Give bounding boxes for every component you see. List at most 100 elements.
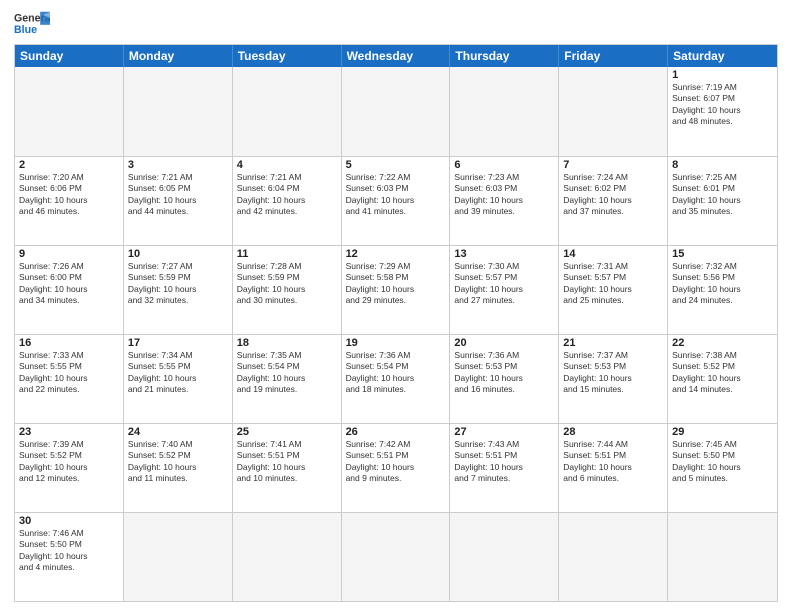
calendar: SundayMondayTuesdayWednesdayThursdayFrid…: [14, 44, 778, 602]
calendar-cell: [450, 67, 559, 156]
weekday-header-wednesday: Wednesday: [342, 45, 451, 67]
cell-info: Sunrise: 7:21 AM Sunset: 6:05 PM Dayligh…: [128, 172, 228, 218]
cell-info: Sunrise: 7:39 AM Sunset: 5:52 PM Dayligh…: [19, 439, 119, 485]
svg-text:Blue: Blue: [14, 24, 37, 36]
calendar-body: 1Sunrise: 7:19 AM Sunset: 6:07 PM Daylig…: [15, 67, 777, 601]
calendar-cell: [450, 513, 559, 601]
calendar-cell: 2Sunrise: 7:20 AM Sunset: 6:06 PM Daylig…: [15, 157, 124, 245]
day-number: 17: [128, 337, 228, 349]
calendar-row: 23Sunrise: 7:39 AM Sunset: 5:52 PM Dayli…: [15, 423, 777, 512]
logo-icon: General Blue: [14, 10, 50, 38]
weekday-header-monday: Monday: [124, 45, 233, 67]
cell-info: Sunrise: 7:37 AM Sunset: 5:53 PM Dayligh…: [563, 350, 663, 396]
cell-info: Sunrise: 7:29 AM Sunset: 5:58 PM Dayligh…: [346, 261, 446, 307]
weekday-header-friday: Friday: [559, 45, 668, 67]
day-number: 10: [128, 248, 228, 260]
cell-info: Sunrise: 7:25 AM Sunset: 6:01 PM Dayligh…: [672, 172, 773, 218]
cell-info: Sunrise: 7:40 AM Sunset: 5:52 PM Dayligh…: [128, 439, 228, 485]
cell-info: Sunrise: 7:34 AM Sunset: 5:55 PM Dayligh…: [128, 350, 228, 396]
day-number: 27: [454, 426, 554, 438]
calendar-cell: 18Sunrise: 7:35 AM Sunset: 5:54 PM Dayli…: [233, 335, 342, 423]
calendar-cell: 23Sunrise: 7:39 AM Sunset: 5:52 PM Dayli…: [15, 424, 124, 512]
cell-info: Sunrise: 7:26 AM Sunset: 6:00 PM Dayligh…: [19, 261, 119, 307]
calendar-cell: 25Sunrise: 7:41 AM Sunset: 5:51 PM Dayli…: [233, 424, 342, 512]
cell-info: Sunrise: 7:30 AM Sunset: 5:57 PM Dayligh…: [454, 261, 554, 307]
calendar-cell: [15, 67, 124, 156]
cell-info: Sunrise: 7:32 AM Sunset: 5:56 PM Dayligh…: [672, 261, 773, 307]
cell-info: Sunrise: 7:44 AM Sunset: 5:51 PM Dayligh…: [563, 439, 663, 485]
calendar-cell: 24Sunrise: 7:40 AM Sunset: 5:52 PM Dayli…: [124, 424, 233, 512]
calendar-cell: [233, 513, 342, 601]
day-number: 20: [454, 337, 554, 349]
calendar-row: 30Sunrise: 7:46 AM Sunset: 5:50 PM Dayli…: [15, 512, 777, 601]
calendar-cell: [124, 67, 233, 156]
page: General Blue SundayMondayTuesdayWednesda…: [0, 0, 792, 612]
day-number: 29: [672, 426, 773, 438]
day-number: 23: [19, 426, 119, 438]
day-number: 24: [128, 426, 228, 438]
calendar-cell: [668, 513, 777, 601]
day-number: 1: [672, 69, 773, 81]
cell-info: Sunrise: 7:36 AM Sunset: 5:54 PM Dayligh…: [346, 350, 446, 396]
calendar-row: 1Sunrise: 7:19 AM Sunset: 6:07 PM Daylig…: [15, 67, 777, 156]
calendar-cell: 15Sunrise: 7:32 AM Sunset: 5:56 PM Dayli…: [668, 246, 777, 334]
calendar-cell: 8Sunrise: 7:25 AM Sunset: 6:01 PM Daylig…: [668, 157, 777, 245]
cell-info: Sunrise: 7:46 AM Sunset: 5:50 PM Dayligh…: [19, 528, 119, 574]
calendar-cell: [124, 513, 233, 601]
weekday-header-sunday: Sunday: [15, 45, 124, 67]
cell-info: Sunrise: 7:35 AM Sunset: 5:54 PM Dayligh…: [237, 350, 337, 396]
cell-info: Sunrise: 7:24 AM Sunset: 6:02 PM Dayligh…: [563, 172, 663, 218]
calendar-cell: [342, 67, 451, 156]
calendar-cell: 14Sunrise: 7:31 AM Sunset: 5:57 PM Dayli…: [559, 246, 668, 334]
calendar-cell: 6Sunrise: 7:23 AM Sunset: 6:03 PM Daylig…: [450, 157, 559, 245]
cell-info: Sunrise: 7:45 AM Sunset: 5:50 PM Dayligh…: [672, 439, 773, 485]
day-number: 18: [237, 337, 337, 349]
cell-info: Sunrise: 7:21 AM Sunset: 6:04 PM Dayligh…: [237, 172, 337, 218]
day-number: 11: [237, 248, 337, 260]
calendar-header: SundayMondayTuesdayWednesdayThursdayFrid…: [15, 45, 777, 67]
calendar-cell: [342, 513, 451, 601]
cell-info: Sunrise: 7:20 AM Sunset: 6:06 PM Dayligh…: [19, 172, 119, 218]
calendar-cell: 20Sunrise: 7:36 AM Sunset: 5:53 PM Dayli…: [450, 335, 559, 423]
day-number: 12: [346, 248, 446, 260]
weekday-header-thursday: Thursday: [450, 45, 559, 67]
calendar-cell: 27Sunrise: 7:43 AM Sunset: 5:51 PM Dayli…: [450, 424, 559, 512]
cell-info: Sunrise: 7:33 AM Sunset: 5:55 PM Dayligh…: [19, 350, 119, 396]
calendar-row: 16Sunrise: 7:33 AM Sunset: 5:55 PM Dayli…: [15, 334, 777, 423]
calendar-cell: 9Sunrise: 7:26 AM Sunset: 6:00 PM Daylig…: [15, 246, 124, 334]
day-number: 2: [19, 159, 119, 171]
calendar-cell: 29Sunrise: 7:45 AM Sunset: 5:50 PM Dayli…: [668, 424, 777, 512]
cell-info: Sunrise: 7:38 AM Sunset: 5:52 PM Dayligh…: [672, 350, 773, 396]
calendar-cell: 21Sunrise: 7:37 AM Sunset: 5:53 PM Dayli…: [559, 335, 668, 423]
calendar-row: 2Sunrise: 7:20 AM Sunset: 6:06 PM Daylig…: [15, 156, 777, 245]
day-number: 7: [563, 159, 663, 171]
day-number: 22: [672, 337, 773, 349]
day-number: 3: [128, 159, 228, 171]
day-number: 25: [237, 426, 337, 438]
calendar-cell: 30Sunrise: 7:46 AM Sunset: 5:50 PM Dayli…: [15, 513, 124, 601]
calendar-cell: 11Sunrise: 7:28 AM Sunset: 5:59 PM Dayli…: [233, 246, 342, 334]
day-number: 28: [563, 426, 663, 438]
calendar-cell: 17Sunrise: 7:34 AM Sunset: 5:55 PM Dayli…: [124, 335, 233, 423]
cell-info: Sunrise: 7:22 AM Sunset: 6:03 PM Dayligh…: [346, 172, 446, 218]
day-number: 9: [19, 248, 119, 260]
calendar-cell: 5Sunrise: 7:22 AM Sunset: 6:03 PM Daylig…: [342, 157, 451, 245]
weekday-header-saturday: Saturday: [668, 45, 777, 67]
calendar-cell: [233, 67, 342, 156]
calendar-cell: [559, 513, 668, 601]
cell-info: Sunrise: 7:36 AM Sunset: 5:53 PM Dayligh…: [454, 350, 554, 396]
calendar-cell: 13Sunrise: 7:30 AM Sunset: 5:57 PM Dayli…: [450, 246, 559, 334]
logo: General Blue: [14, 10, 50, 38]
day-number: 4: [237, 159, 337, 171]
day-number: 5: [346, 159, 446, 171]
day-number: 13: [454, 248, 554, 260]
calendar-cell: 3Sunrise: 7:21 AM Sunset: 6:05 PM Daylig…: [124, 157, 233, 245]
cell-info: Sunrise: 7:42 AM Sunset: 5:51 PM Dayligh…: [346, 439, 446, 485]
day-number: 14: [563, 248, 663, 260]
weekday-header-tuesday: Tuesday: [233, 45, 342, 67]
calendar-cell: 12Sunrise: 7:29 AM Sunset: 5:58 PM Dayli…: [342, 246, 451, 334]
calendar-cell: 22Sunrise: 7:38 AM Sunset: 5:52 PM Dayli…: [668, 335, 777, 423]
cell-info: Sunrise: 7:41 AM Sunset: 5:51 PM Dayligh…: [237, 439, 337, 485]
calendar-cell: 7Sunrise: 7:24 AM Sunset: 6:02 PM Daylig…: [559, 157, 668, 245]
calendar-cell: 19Sunrise: 7:36 AM Sunset: 5:54 PM Dayli…: [342, 335, 451, 423]
